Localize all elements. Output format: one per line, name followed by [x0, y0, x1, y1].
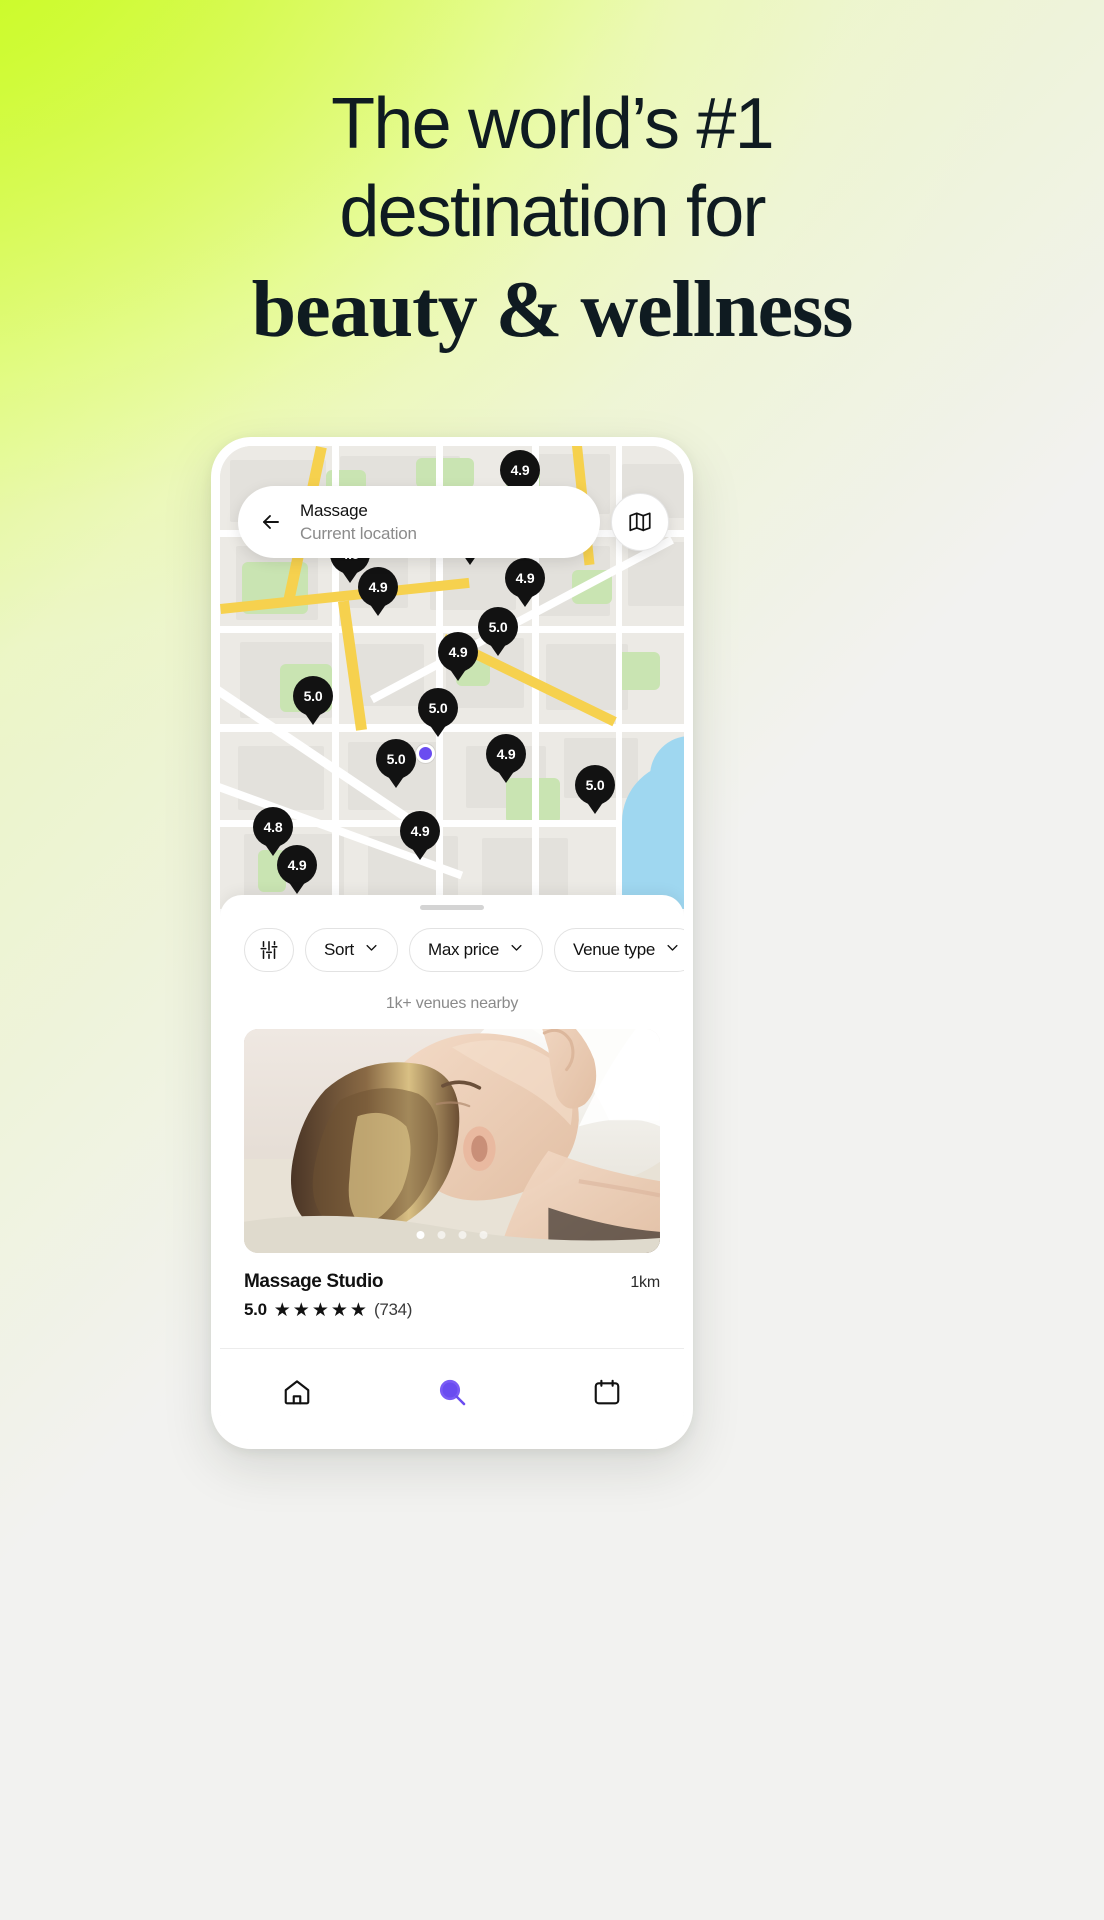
venue-meta: Massage Studio 1km [244, 1253, 660, 1293]
map-pin[interactable]: 5.0 [575, 765, 615, 805]
venue-distance: 1km [630, 1274, 660, 1291]
map-pin[interactable]: 4.9 [400, 811, 440, 851]
rating-row: 5.0 ★ ★ ★ ★ ★ (734) [244, 1293, 660, 1320]
nav-item-home[interactable] [220, 1377, 375, 1412]
map-pin[interactable]: 5.0 [478, 607, 518, 647]
venue-count: 1k+ venues nearby [385, 995, 519, 1012]
map-pin[interactable]: 4.9 [500, 450, 540, 490]
search-texts: Massage Current location [290, 499, 594, 546]
map-pin[interactable]: 4.9 [486, 734, 526, 774]
chevron-down-icon [509, 940, 524, 960]
phone-screen: 4.9 4.9 4.9 4.9 4.9 5.0 4.9 5.0 5.0 5.0 … [220, 446, 684, 1440]
star-icon: ★ [273, 1299, 291, 1321]
map-pin[interactable]: 5.0 [376, 739, 416, 779]
filter-sliders-icon[interactable] [244, 928, 294, 972]
back-arrow-icon[interactable] [252, 510, 290, 534]
search-location: Current location [300, 523, 417, 543]
search-bar[interactable]: Massage Current location [238, 486, 600, 558]
venue-photo[interactable] [244, 1029, 660, 1253]
map-pin[interactable]: 4.9 [358, 567, 398, 607]
headline-line-3: beauty & wellness [251, 266, 854, 354]
map-pin[interactable]: 5.0 [293, 676, 333, 716]
calendar-icon [592, 1377, 622, 1412]
map-pin[interactable]: 5.0 [418, 688, 458, 728]
bottom-nav [220, 1348, 684, 1440]
carousel-dot[interactable] [458, 1231, 467, 1239]
review-count: (734) [373, 1300, 413, 1319]
map-view[interactable]: 4.9 4.9 4.9 4.9 4.9 5.0 4.9 5.0 5.0 5.0 … [220, 446, 684, 909]
venue-card[interactable]: Massage Studio 1km 5.0 ★ ★ ★ ★ ★ (734) [220, 1013, 684, 1320]
nav-item-search[interactable] [375, 1376, 530, 1413]
home-icon [282, 1377, 312, 1412]
headline-line-2: destination for [339, 172, 766, 252]
filter-chips: Sort Max price Venue type [220, 910, 684, 972]
map-pin[interactable]: 4.9 [438, 632, 478, 672]
star-icon: ★ [292, 1299, 310, 1321]
search-icon [436, 1376, 468, 1413]
star-icon: ★ [311, 1299, 329, 1321]
filter-chip-venue-type-label: Venue type [572, 940, 656, 959]
headline: The world’s #1 destination for beauty & … [0, 80, 1104, 358]
chevron-down-icon [665, 940, 680, 960]
map-pin[interactable]: 4.9 [277, 845, 317, 885]
star-rating-icons: ★ ★ ★ ★ ★ [274, 1301, 367, 1320]
filter-chip-sort[interactable]: Sort [305, 928, 398, 972]
venue-photo-image [244, 1029, 660, 1253]
carousel-dot[interactable] [479, 1231, 488, 1239]
phone-mockup: 4.9 4.9 4.9 4.9 4.9 5.0 4.9 5.0 5.0 5.0 … [211, 437, 693, 1449]
rating-score: 5.0 [244, 1300, 267, 1319]
venue-name: Massage Studio [244, 1271, 384, 1292]
filter-chip-sort-label: Sort [324, 940, 354, 959]
carousel-dots[interactable] [416, 1231, 488, 1239]
chevron-down-icon [364, 940, 379, 960]
headline-line-1: The world’s #1 [331, 84, 775, 164]
filter-chip-max-price[interactable]: Max price [408, 928, 543, 972]
filter-chip-max-price-label: Max price [427, 940, 499, 959]
map-pin[interactable]: 4.9 [505, 558, 545, 598]
filter-chip-venue-type[interactable]: Venue type [553, 928, 684, 972]
search-query: Massage [300, 500, 368, 520]
nav-item-calendar[interactable] [529, 1377, 684, 1412]
map-icon[interactable] [611, 493, 669, 551]
map-pin[interactable]: 4.8 [253, 807, 293, 847]
star-icon: ★ [330, 1299, 348, 1321]
carousel-dot[interactable] [437, 1231, 446, 1239]
user-location-dot [416, 744, 435, 763]
results-sheet: Sort Max price Venue type 1k+ venues nea… [220, 895, 684, 1440]
carousel-dot[interactable] [416, 1231, 425, 1239]
star-icon: ★ [349, 1299, 367, 1321]
